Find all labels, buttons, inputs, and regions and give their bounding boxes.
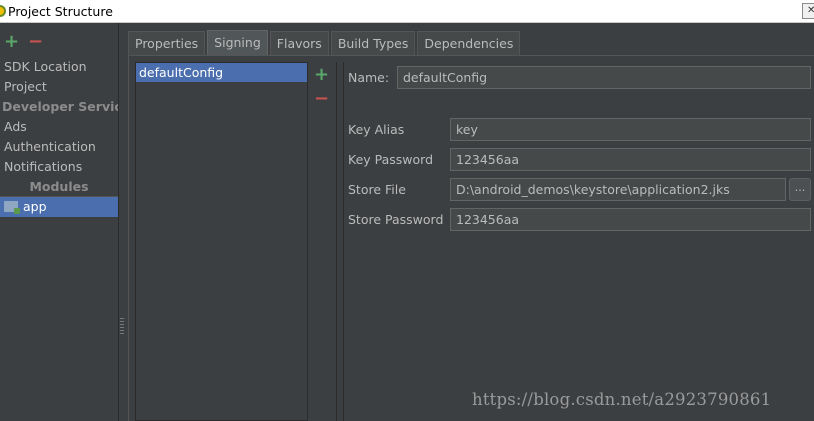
sidebar-item-notifications[interactable]: Notifications (0, 157, 118, 177)
sidebar-item-authentication[interactable]: Authentication (0, 137, 118, 157)
sidebar-item-app[interactable]: app (0, 197, 118, 217)
name-label: Name: (348, 70, 390, 85)
signing-form: Name: defaultConfig Key Alias key Key Pa… (344, 62, 814, 421)
module-folder-icon (4, 201, 20, 214)
tab-build-types[interactable]: Build Types (330, 31, 416, 56)
window-title: Project Structure (8, 4, 113, 19)
sidebar-item-sdk-location[interactable]: SDK Location (0, 57, 118, 77)
sidebar-item-ads[interactable]: Ads (0, 117, 118, 137)
plus-icon[interactable]: + (4, 33, 19, 51)
list-item[interactable]: defaultConfig (136, 63, 307, 82)
config-toolbar: + − (310, 62, 334, 421)
remove-config-minus-icon[interactable]: − (314, 90, 329, 108)
minus-icon[interactable]: − (28, 33, 43, 51)
store-password-field[interactable]: 123456aa (450, 208, 811, 231)
store-file-field[interactable]: D:\android_demos\keystore\application2.j… (450, 178, 786, 201)
left-toolbar: + − (0, 30, 120, 54)
browse-store-file-button[interactable]: ... (789, 178, 811, 201)
tab-dependencies[interactable]: Dependencies (417, 31, 521, 56)
splitter-grip-icon[interactable] (120, 318, 124, 334)
watermark-url: https://blog.csdn.net/a2923790861 (472, 390, 772, 409)
add-config-plus-icon[interactable]: + (314, 66, 329, 84)
store-password-label: Store Password (348, 212, 444, 227)
tab-signing[interactable]: Signing (207, 30, 268, 56)
name-field[interactable]: defaultConfig (397, 66, 811, 89)
config-splitter[interactable] (336, 62, 344, 421)
key-alias-label: Key Alias (348, 122, 405, 137)
key-alias-field[interactable]: key (450, 118, 811, 141)
sidebar-item-project[interactable]: Project (0, 77, 118, 97)
sidebar-item-label: app (23, 199, 47, 214)
key-password-label: Key Password (348, 152, 434, 167)
left-navigation: SDK Location Project Developer Servic...… (0, 57, 118, 217)
developer-services-header: Developer Servic... (2, 99, 118, 114)
title-bar: Project Structure ✕ (0, 0, 814, 23)
module-tabs: Properties Signing Flavors Build Types D… (128, 30, 522, 56)
modules-header: Modules (0, 177, 118, 197)
android-studio-icon (0, 5, 6, 17)
left-panel-splitter[interactable] (118, 23, 126, 421)
project-structure-window: Project Structure ✕ + − SDK Location Pro… (0, 0, 814, 421)
tab-properties[interactable]: Properties (128, 31, 206, 56)
store-file-label: Store File (348, 182, 406, 197)
tab-flavors[interactable]: Flavors (269, 31, 329, 56)
close-window-button[interactable]: ✕ (802, 3, 814, 19)
signing-config-list: defaultConfig (135, 62, 308, 421)
key-password-field[interactable]: 123456aa (450, 148, 811, 171)
